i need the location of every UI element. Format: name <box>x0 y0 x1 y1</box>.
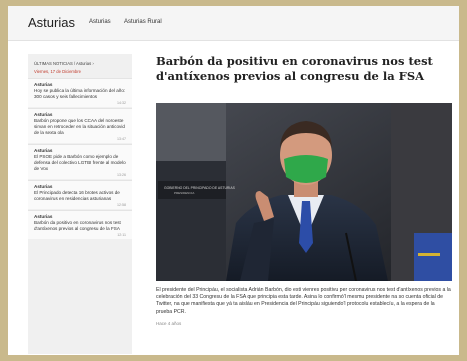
article-caption: El presidente del Principáu, el socialis… <box>156 287 451 315</box>
article-photo: GOBIERNO DEL PRINCIPADO DE ASTURIAS PRES… <box>156 103 452 281</box>
article: Barbón da positivu en coronavirus nos te… <box>156 54 456 326</box>
article-photo-image: GOBIERNO DEL PRINCIPADO DE ASTURIAS PRES… <box>156 103 452 281</box>
sidebar-heading[interactable]: ÚLTIMAS NOTICIAS / Asturias › <box>28 54 132 69</box>
news-item-time: 12:11 <box>117 233 126 237</box>
news-item-title[interactable]: Hoy se publica la última información del… <box>34 88 126 100</box>
news-item-title[interactable]: Barbón da positivo en coronavirus nos te… <box>34 220 126 232</box>
news-list-item[interactable]: Asturias Barbón propone que los CCAA del… <box>28 108 132 143</box>
article-timestamp: Hace 4 años <box>156 321 182 326</box>
sidebar-date: Viernes, 17 de Diciembre <box>34 69 81 74</box>
nav-link-asturias[interactable]: Asturias <box>89 19 111 25</box>
news-item-time: 13:47 <box>117 137 126 141</box>
news-item-category: Asturias <box>34 148 53 153</box>
news-item-title[interactable]: El PSOE pide a Barbón como ejemplo de de… <box>34 154 126 172</box>
article-headline: Barbón da positivu en coronavirus nos te… <box>156 54 433 83</box>
nav-link-asturias-rural[interactable]: Asturias Rural <box>124 19 162 25</box>
site-title[interactable]: Asturias <box>28 15 75 30</box>
news-list-item[interactable]: Asturias Barbón da positivo en coronavir… <box>28 210 132 239</box>
podium-text: GOBIERNO DEL PRINCIPADO DE ASTURIAS <box>164 186 236 190</box>
news-item-time: 13:26 <box>117 173 126 177</box>
news-item-category: Asturias <box>34 112 53 117</box>
news-item-time: 14:32 <box>117 101 126 105</box>
news-item-title[interactable]: Barbón propone que los CCAA del noroeste… <box>34 118 126 136</box>
news-list-item[interactable]: Asturias El PSOE pide a Barbón como ejem… <box>28 144 132 179</box>
latest-news-sidebar: ÚLTIMAS NOTICIAS / Asturias › Viernes, 1… <box>28 54 132 354</box>
top-navigation-bar: Asturias Asturias Asturias Rural <box>8 6 459 41</box>
news-item-category: Asturias <box>34 82 53 87</box>
news-item-category: Asturias <box>34 214 53 219</box>
news-list-item[interactable]: Asturias El Principado detecta 16 brotes… <box>28 180 132 209</box>
news-list-item[interactable]: Asturias Hoy se publica la última inform… <box>28 78 132 107</box>
podium-subtext: PRESIDENCIA <box>174 191 194 195</box>
news-item-category: Asturias <box>34 184 53 189</box>
nav-links: Asturias Asturias Rural <box>89 19 174 25</box>
page-frame: Asturias Asturias Asturias Rural ÚLTIMAS… <box>8 6 459 355</box>
news-item-time: 12:58 <box>117 203 126 207</box>
news-item-title[interactable]: El Principado detecta 16 brotes activos … <box>34 190 126 202</box>
